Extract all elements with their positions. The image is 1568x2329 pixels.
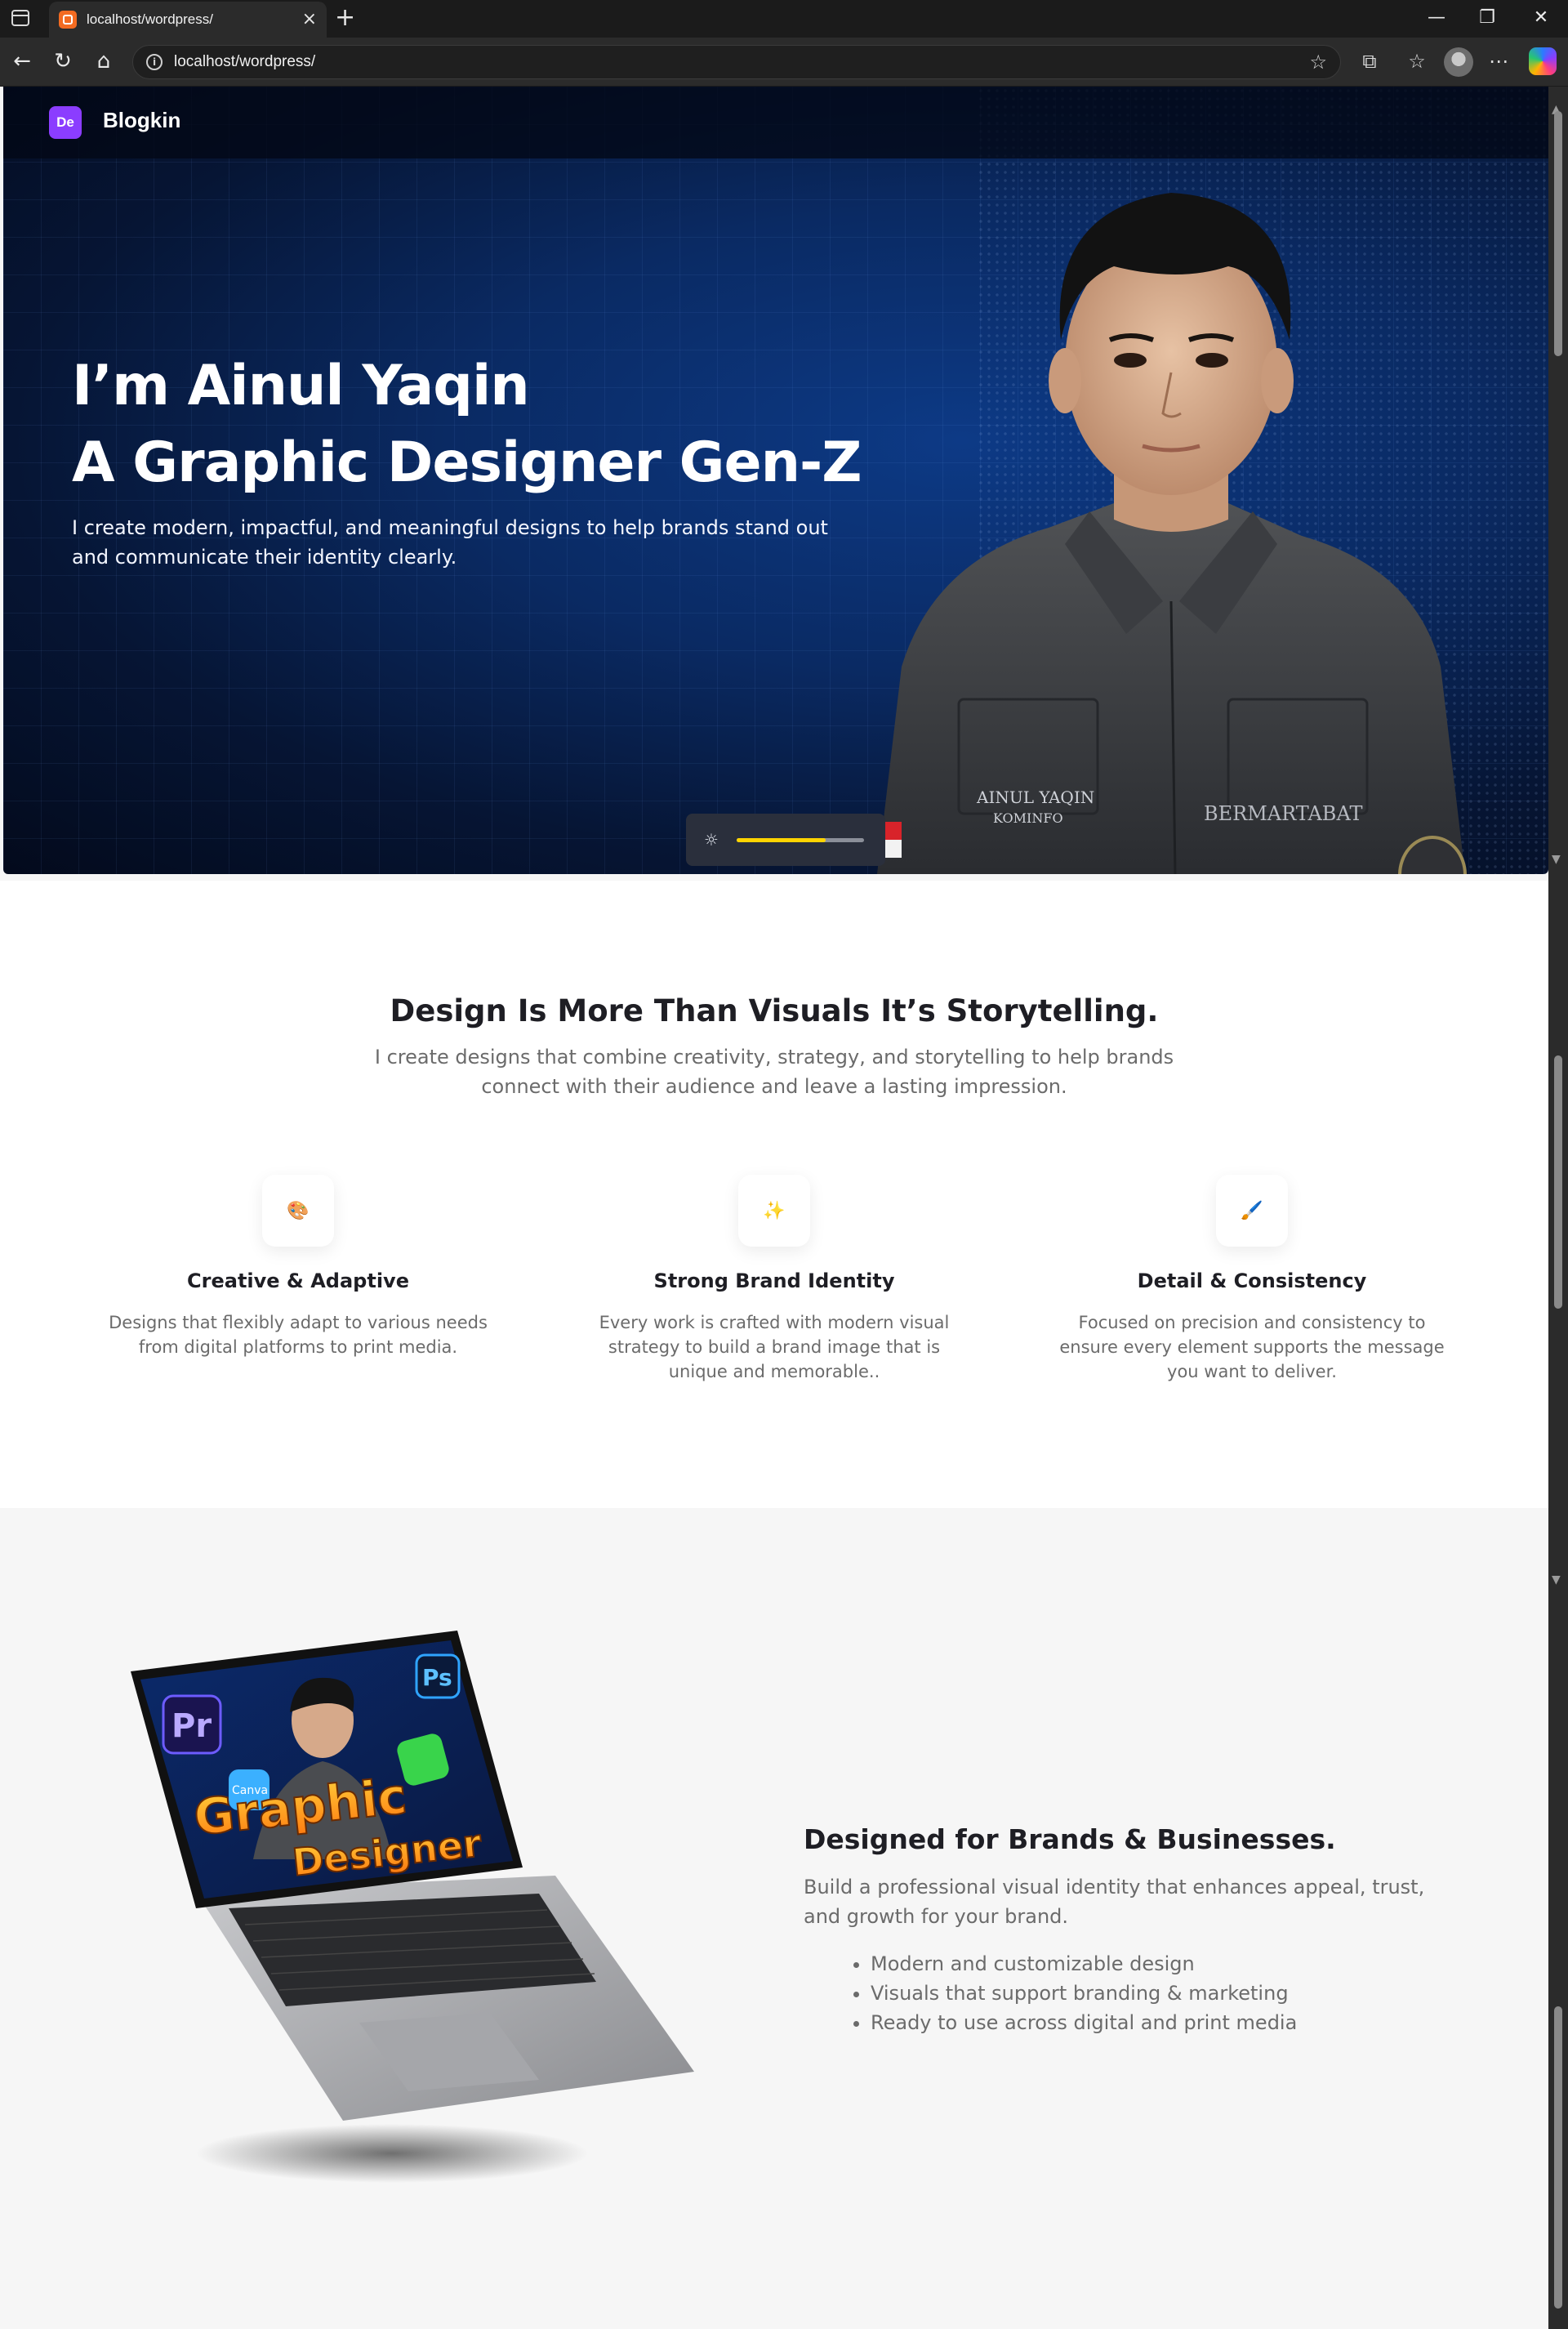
brightness-sun-icon: ☼ <box>704 830 719 850</box>
brands-subtitle: Build a professional visual identity tha… <box>804 1876 1425 1928</box>
feature-title: Strong Brand Identity <box>653 1269 895 1292</box>
feature-text: Every work is crafted with modern visual… <box>599 1313 950 1381</box>
svg-text:AINUL YAQIN: AINUL YAQIN <box>976 787 1094 807</box>
site-header: De Blogkin <box>3 87 1548 158</box>
back-icon[interactable]: ← <box>8 49 36 74</box>
minimize-icon[interactable]: — <box>1416 5 1457 31</box>
more-menu-icon[interactable]: ⋯ <box>1485 49 1512 74</box>
feature-text: Designs that flexibly adapt to various n… <box>109 1313 488 1357</box>
scroll-down-icon[interactable]: ▼ <box>1552 853 1561 866</box>
svg-text:KOMINFO: KOMINFO <box>993 810 1063 826</box>
brands-title: Designed for Brands & Businesses. <box>804 1823 1336 1855</box>
browser-tab[interactable]: localhost/wordpress/ × <box>49 2 327 38</box>
window-close-icon[interactable]: ✕ <box>1521 5 1561 31</box>
scrollbar-thumb[interactable] <box>1554 111 1562 356</box>
sparkles-icon: ✨ <box>738 1175 810 1247</box>
site-logo-mark[interactable]: De <box>49 106 82 139</box>
brands-bullet-list: Modern and customizable design Visuals t… <box>871 1949 1297 2037</box>
scroll-down-icon[interactable]: ▼ <box>1552 1573 1561 1586</box>
close-tab-icon[interactable]: × <box>302 11 317 29</box>
paintbrush-icon: 🖌️ <box>1216 1175 1288 1247</box>
xampp-favicon-icon <box>59 11 77 29</box>
hero-section: AINUL YAQIN KOMINFO BERMARTABAT De Blogk… <box>3 87 1548 874</box>
site-logo-text[interactable]: Blogkin <box>103 108 180 133</box>
feature-text: Focused on precision and consistency to … <box>1059 1313 1445 1381</box>
page-scrollbar[interactable]: ▲ ▼ ▼ <box>1548 87 1568 2329</box>
brightness-slider[interactable] <box>736 837 864 842</box>
hero-title-line-1: I’m Ainul Yaqin <box>72 354 530 418</box>
new-tab-button[interactable]: + <box>335 5 355 31</box>
hero-portrait-image: AINUL YAQIN KOMINFO BERMARTABAT <box>861 193 1467 874</box>
svg-text:Ps: Ps <box>422 1664 452 1691</box>
profile-avatar[interactable] <box>1444 47 1473 77</box>
browser-chrome: localhost/wordpress/ × + — ❐ ✕ ← ↻ ⌂ i l… <box>0 0 1568 87</box>
brands-section: Pr Ps Canva Graphic Designer Designed fo… <box>0 1508 1548 2329</box>
home-icon[interactable]: ⌂ <box>90 49 118 74</box>
tab-title: localhost/wordpress/ <box>87 11 213 27</box>
page-viewport: AINUL YAQIN KOMINFO BERMARTABAT De Blogk… <box>0 87 1568 2329</box>
hero-title: I’m Ainul Yaqin A Graphic Designer Gen-Z <box>72 348 862 502</box>
list-item: Visuals that support branding & marketin… <box>871 1979 1297 2008</box>
list-item: Ready to use across digital and print me… <box>871 2008 1297 2037</box>
url-text[interactable]: localhost/wordpress/ <box>174 53 1298 71</box>
restore-icon[interactable]: ❐ <box>1467 5 1508 31</box>
feature-card: ✨ Strong Brand Identity Every work is cr… <box>562 1175 987 1384</box>
tab-actions-icon[interactable] <box>11 10 29 26</box>
laptop-mockup-image: Pr Ps Canva Graphic Designer <box>131 1631 694 2183</box>
feature-card: 🎨 Creative & Adaptive Designs that flexi… <box>86 1175 510 1359</box>
copilot-icon[interactable] <box>1529 47 1557 75</box>
favorite-star-icon[interactable]: ☆ <box>1309 51 1327 74</box>
favorites-icon[interactable]: ☆ <box>1403 49 1431 74</box>
storytelling-subtitle: I create designs that combine creativity… <box>374 1046 1174 1098</box>
hero-title-line-2: A Graphic Designer Gen-Z <box>72 431 862 495</box>
storytelling-section: Design Is More Than Visuals It’s Storyte… <box>0 881 1548 1508</box>
feature-card: 🖌️ Detail & Consistency Focused on preci… <box>1040 1175 1464 1384</box>
hero-subtitle: I create modern, impactful, and meaningf… <box>72 516 828 569</box>
svg-text:BERMARTABAT: BERMARTABAT <box>1204 802 1362 825</box>
feature-title: Creative & Adaptive <box>187 1269 409 1292</box>
scrollbar-thumb[interactable] <box>1554 2006 1562 2309</box>
extensions-icon[interactable]: ⧉ <box>1356 49 1383 74</box>
svg-text:Pr: Pr <box>172 1707 212 1745</box>
tab-strip: localhost/wordpress/ × + — ❐ ✕ <box>0 0 1568 38</box>
brightness-slider-fill <box>736 837 826 842</box>
palette-icon: 🎨 <box>262 1175 334 1247</box>
brightness-control[interactable]: ☼ <box>686 814 885 866</box>
feature-title: Detail & Consistency <box>1137 1269 1367 1292</box>
list-item: Modern and customizable design <box>871 1949 1297 1979</box>
address-bar[interactable]: i localhost/wordpress/ ☆ <box>132 45 1341 79</box>
reload-icon[interactable]: ↻ <box>49 49 77 74</box>
storytelling-title: Design Is More Than Visuals It’s Storyte… <box>390 993 1159 1028</box>
browser-toolbar: ← ↻ ⌂ i localhost/wordpress/ ☆ ⧉ ☆ ⋯ <box>0 38 1568 87</box>
scrollbar-thumb[interactable] <box>1554 1055 1562 1309</box>
site-info-icon[interactable]: i <box>146 54 163 70</box>
